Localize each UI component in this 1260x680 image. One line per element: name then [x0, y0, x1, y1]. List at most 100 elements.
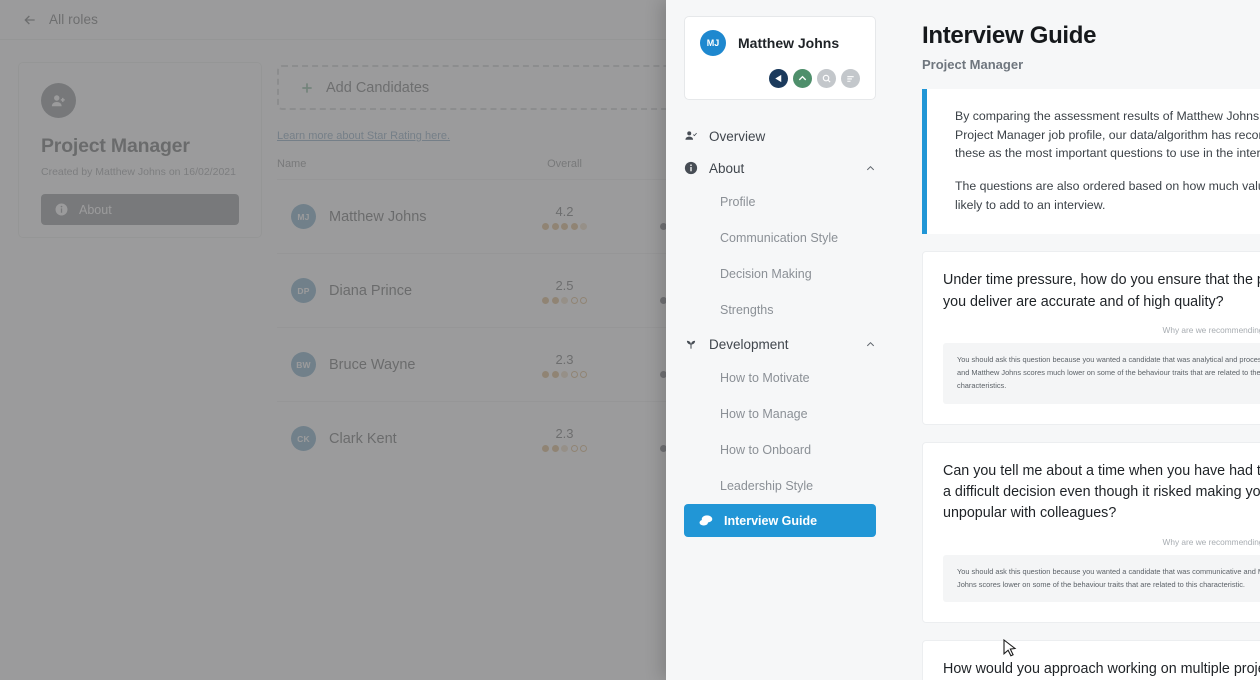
badge-gray-lines-icon[interactable] — [841, 69, 860, 88]
question-card[interactable]: How would you approach working on multip… — [922, 640, 1260, 680]
question-text: How would you approach working on multip… — [943, 661, 1260, 678]
rating-dot — [542, 222, 549, 230]
role-title: Project Manager — [41, 135, 190, 157]
rating-dot — [561, 444, 568, 452]
candidate-name: Clark Kent — [329, 430, 397, 447]
question-explanation: You should ask this question because you… — [943, 554, 1260, 603]
chevron-up-icon[interactable] — [865, 339, 876, 350]
chevron-up-icon[interactable] — [865, 163, 876, 174]
rating-dot — [551, 444, 559, 452]
nav-label: Strengths — [720, 303, 774, 317]
screen: All roles Project Manager Created by Mat… — [0, 0, 1260, 680]
nav-item-decision-making[interactable]: Decision Making — [684, 256, 876, 292]
question-explanation: You should ask this question because you… — [943, 343, 1260, 404]
nav-label: Communication Style — [720, 231, 839, 245]
rating-dot — [570, 296, 578, 304]
rating-dots — [542, 444, 587, 452]
nav-item-profile[interactable]: Profile — [684, 184, 876, 220]
candidate-profile-card[interactable]: MJ Matthew Johns — [684, 16, 876, 100]
drawer-sidebar: MJ Matthew Johns Overview About Profile … — [666, 0, 894, 680]
page-subtitle: Project Manager — [922, 57, 1024, 72]
nav-label: How to Onboard — [720, 443, 812, 457]
role-created-meta: Created by Matthew Johns on 16/02/2021 — [41, 166, 236, 178]
nav-item-how-to-manage[interactable]: How to Manage — [684, 396, 876, 432]
overall-cell: 2.3 — [507, 352, 622, 378]
nav-label: Profile — [720, 195, 756, 209]
rating-dot — [542, 370, 549, 378]
learn-more-star-rating-link[interactable]: Learn more about Star Rating here. — [277, 130, 450, 142]
nav-item-interview-guide[interactable]: Interview Guide — [684, 504, 876, 537]
all-roles-link[interactable]: All roles — [49, 12, 98, 27]
chat-bubbles-icon — [698, 513, 714, 529]
rating-dots — [542, 296, 587, 304]
rating-dot — [561, 222, 568, 230]
about-button[interactable]: About — [41, 194, 239, 225]
nav-item-strengths[interactable]: Strengths — [684, 292, 876, 328]
plus-icon — [302, 82, 312, 93]
drawer-main-content: Interview Guide Project Manager By compa… — [894, 0, 1260, 680]
sprout-icon — [684, 337, 698, 351]
why-recommending-link[interactable]: Why are we recommending this question? — [943, 537, 1260, 547]
candidate-name: Diana Prince — [329, 282, 413, 299]
overall-score: 2.5 — [555, 277, 574, 293]
rating-dot — [580, 296, 587, 304]
add-candidates-label: Add Candidates — [326, 79, 430, 96]
page-title: Interview Guide — [922, 22, 1097, 49]
nav-item-communication-style[interactable]: Communication Style — [684, 220, 876, 256]
avatar: MJ — [291, 204, 316, 229]
nav-item-overview[interactable]: Overview — [684, 120, 876, 152]
info-callout: By comparing the assessment results of M… — [922, 89, 1260, 235]
rating-dot — [580, 444, 587, 452]
overall-score: 4.2 — [555, 203, 574, 219]
candidate-cell: MJ Matthew Johns — [277, 204, 507, 229]
rating-dot — [561, 296, 568, 304]
profile-header: MJ Matthew Johns — [700, 30, 860, 56]
user-add-icon — [41, 83, 76, 118]
rating-dot — [570, 370, 578, 378]
overall-cell: 4.2 — [507, 204, 622, 230]
overall-cell: 2.3 — [507, 426, 622, 452]
rating-dot — [542, 444, 549, 452]
user-check-icon — [684, 129, 698, 143]
candidate-cell: BW Bruce Wayne — [277, 352, 507, 377]
candidate-cell: CK Clark Kent — [277, 426, 507, 451]
badge-gray-search-icon[interactable] — [817, 69, 836, 88]
question-list: Under time pressure, how do you ensure t… — [922, 251, 1260, 680]
question-card[interactable]: Can you tell me about a time when you ha… — [922, 441, 1260, 624]
nav-label: Overview — [709, 128, 766, 144]
rating-dot — [580, 370, 587, 378]
candidate-name: Bruce Wayne — [329, 356, 416, 373]
avatar: CK — [291, 426, 316, 451]
rating-dot — [570, 222, 578, 230]
rating-dot — [551, 296, 559, 304]
info-icon — [684, 161, 698, 175]
info-paragraph: By comparing the assessment results of M… — [955, 109, 1260, 161]
badge-navy-icon[interactable] — [769, 69, 788, 88]
candidate-detail-drawer: MJ Matthew Johns Overview About Profile … — [666, 0, 1260, 680]
nav-label: Interview Guide — [724, 513, 818, 528]
rating-dot — [561, 370, 568, 378]
badge-green-icon[interactable] — [793, 69, 812, 88]
nav-item-about[interactable]: About — [684, 152, 876, 184]
nav-item-leadership-style[interactable]: Leadership Style — [684, 468, 876, 504]
rating-dots — [542, 222, 587, 230]
drawer-navigation: Overview About Profile Communication Style D… — [684, 120, 876, 537]
avatar: MJ — [700, 30, 726, 56]
nav-item-how-to-motivate[interactable]: How to Motivate — [684, 360, 876, 396]
candidate-name: Matthew Johns — [329, 208, 427, 225]
question-card[interactable]: Under time pressure, how do you ensure t… — [922, 251, 1260, 425]
rating-dot — [551, 222, 559, 230]
nav-label: How to Motivate — [720, 371, 810, 385]
nav-item-development[interactable]: Development — [684, 328, 876, 360]
nav-label: Decision Making — [720, 267, 812, 281]
overall-score: 2.3 — [555, 351, 574, 367]
avatar: DP — [291, 278, 316, 303]
nav-item-how-to-onboard[interactable]: How to Onboard — [684, 432, 876, 468]
info-icon — [55, 203, 68, 216]
rating-dots — [542, 370, 587, 378]
rating-dot — [551, 370, 559, 378]
arrow-left-icon[interactable] — [22, 12, 38, 28]
overall-cell: 2.5 — [507, 278, 622, 304]
info-paragraph: The questions are also ordered based on … — [955, 179, 1260, 212]
why-recommending-link[interactable]: Why are we recommending this question? — [943, 325, 1260, 335]
